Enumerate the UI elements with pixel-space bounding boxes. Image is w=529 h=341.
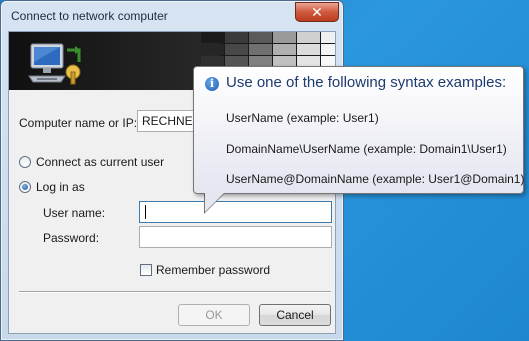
info-icon: i <box>205 77 219 91</box>
log-in-as-radio[interactable] <box>19 181 31 193</box>
network-computer-icon <box>28 43 81 85</box>
banner-tile <box>273 44 296 55</box>
ok-button[interactable]: OK <box>178 304 250 326</box>
username-input[interactable] <box>139 201 332 223</box>
banner-tile <box>201 44 224 55</box>
computer-name-label: Computer name or IP: <box>19 116 138 130</box>
banner-tile <box>273 32 296 43</box>
button-separator <box>19 291 331 293</box>
banner-tile <box>249 44 272 55</box>
text-caret <box>145 205 146 219</box>
connect-current-user-label[interactable]: Connect as current user <box>36 155 164 169</box>
tooltip-pointer-fill <box>205 192 225 212</box>
banner-tile <box>225 44 248 55</box>
banner-tile <box>321 44 335 55</box>
tooltip-example-2: DomainName\UserName (example: Domain1\Us… <box>226 142 507 156</box>
title-bar[interactable]: Connect to network computer ✕ <box>1 1 343 31</box>
banner-tile <box>297 44 320 55</box>
username-label: User name: <box>43 206 106 220</box>
banner-tile <box>249 32 272 43</box>
log-in-as-label[interactable]: Log in as <box>36 180 85 194</box>
remember-password-label[interactable]: Remember password <box>156 263 270 277</box>
tooltip-example-3: UserName@DomainName (example: User1@Doma… <box>226 172 525 186</box>
banner-tile <box>297 32 320 43</box>
connect-current-user-radio[interactable] <box>19 156 31 168</box>
close-button[interactable]: ✕ <box>295 2 339 22</box>
remember-password-checkbox[interactable] <box>140 264 152 276</box>
tooltip-example-1: UserName (example: User1) <box>226 111 379 125</box>
banner-tile <box>201 32 224 43</box>
syntax-tooltip: i Use one of the following syntax exampl… <box>193 66 524 194</box>
banner-tile <box>321 32 335 43</box>
tooltip-title: Use one of the following syntax examples… <box>226 74 507 91</box>
password-label: Password: <box>43 231 100 245</box>
password-input[interactable] <box>139 226 332 248</box>
close-icon: ✕ <box>311 4 323 20</box>
window-title: Connect to network computer <box>11 9 168 23</box>
banner-tile <box>225 32 248 43</box>
cancel-button[interactable]: Cancel <box>259 304 331 326</box>
